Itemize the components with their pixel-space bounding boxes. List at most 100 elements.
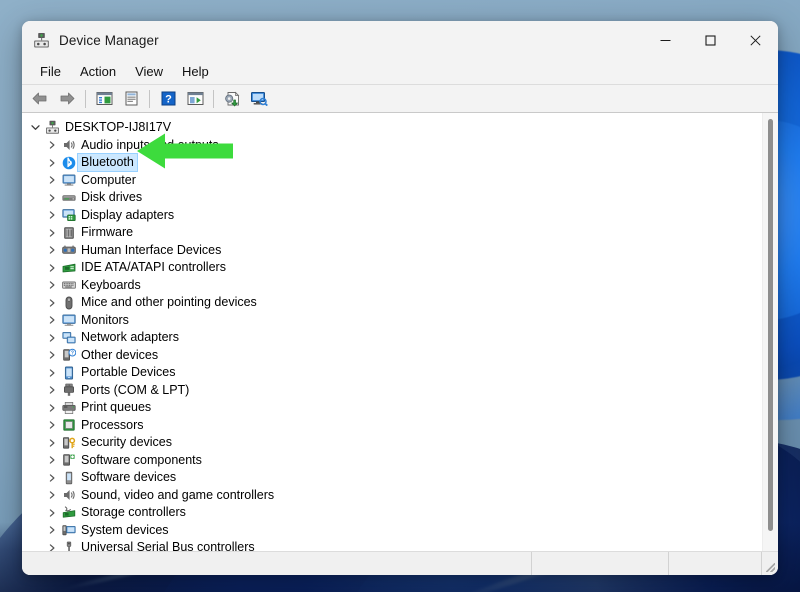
chevron-down-icon[interactable] (28, 123, 43, 132)
status-bar (22, 551, 778, 575)
chevron-right-icon[interactable] (44, 351, 59, 359)
update-driver-icon[interactable] (219, 87, 245, 110)
chevron-right-icon[interactable] (44, 491, 59, 499)
chevron-right-icon[interactable] (44, 334, 59, 342)
tree-item-bluetooth[interactable]: Bluetooth (22, 153, 762, 173)
speaker-icon (59, 488, 78, 502)
chevron-right-icon[interactable] (44, 509, 59, 517)
chevron-right-icon[interactable] (44, 159, 59, 167)
chevron-right-icon[interactable] (44, 456, 59, 464)
tree-item-storage-controllers[interactable]: Storage controllers (22, 504, 762, 522)
tree-item-software-components[interactable]: Software components (22, 452, 762, 470)
vertical-scrollbar[interactable] (762, 113, 778, 551)
toolbar-separator-3 (213, 89, 214, 108)
tree-item-computer[interactable]: Computer (22, 172, 762, 190)
other-device-icon: ? (59, 348, 78, 362)
tree-item-label: Other devices (81, 347, 159, 362)
chevron-right-icon[interactable] (44, 211, 59, 219)
mouse-icon (59, 296, 78, 310)
tree-item-label: Storage controllers (81, 505, 186, 520)
device-tree[interactable]: DESKTOP-IJ8I17V Audio inputs and outputs… (22, 113, 762, 551)
forward-icon[interactable] (54, 87, 80, 110)
port-icon (59, 383, 78, 397)
tree-item-firmware[interactable]: Firmware (22, 224, 762, 242)
chevron-right-icon[interactable] (44, 369, 59, 377)
status-panel-1 (22, 552, 532, 575)
chevron-right-icon[interactable] (44, 386, 59, 394)
tree-item-portable-devices[interactable]: Portable Devices (22, 364, 762, 382)
tree-item-label: Sound, video and game controllers (81, 487, 275, 502)
help-icon[interactable]: ? (155, 87, 181, 110)
menu-view[interactable]: View (126, 61, 172, 82)
tree-item-other-devices[interactable]: ? Other devices (22, 347, 762, 365)
tree-item-mice-and-other-pointing-devices[interactable]: Mice and other pointing devices (22, 294, 762, 312)
menu-help[interactable]: Help (173, 61, 218, 82)
chevron-right-icon[interactable] (44, 474, 59, 482)
tree-root-computer[interactable]: DESKTOP-IJ8I17V (22, 119, 762, 137)
tree-item-label: Security devices (81, 435, 173, 450)
tree-item-disk-drives[interactable]: Disk drives (22, 189, 762, 207)
scrollbar-thumb[interactable] (768, 119, 773, 531)
system-device-icon (59, 523, 78, 537)
chevron-right-icon[interactable] (44, 404, 59, 412)
tree-item-print-queues[interactable]: Print queues (22, 399, 762, 417)
show-hidden-devices-icon[interactable] (182, 87, 208, 110)
processor-icon (59, 418, 78, 432)
chevron-right-icon[interactable] (44, 544, 59, 551)
chevron-right-icon[interactable] (44, 439, 59, 447)
chevron-right-icon[interactable] (44, 299, 59, 307)
software-device-icon (59, 471, 78, 485)
device-manager-icon (34, 32, 49, 47)
chevron-right-icon[interactable] (44, 526, 59, 534)
title-bar[interactable]: Device Manager (22, 21, 778, 59)
chevron-right-icon[interactable] (44, 194, 59, 202)
menu-action[interactable]: Action (71, 61, 125, 82)
tree-item-software-devices[interactable]: Software devices (22, 469, 762, 487)
tree-item-label: Processors (81, 417, 144, 432)
chevron-right-icon[interactable] (44, 141, 59, 149)
tree-item-monitors[interactable]: Monitors (22, 312, 762, 330)
tree-item-audio-inputs-and-outputs[interactable]: Audio inputs and outputs (22, 137, 762, 155)
scan-hardware-changes-icon[interactable] (246, 87, 272, 110)
bluetooth-icon (59, 156, 78, 170)
tree-item-keyboards[interactable]: Keyboards (22, 277, 762, 295)
back-icon[interactable] (27, 87, 53, 110)
network-adapter-icon (59, 331, 78, 345)
properties-icon[interactable] (118, 87, 144, 110)
security-device-icon (59, 436, 78, 450)
tree-item-ide-ata-atapi-controllers[interactable]: IDE ATA/ATAPI controllers (22, 259, 762, 277)
maximize-button[interactable] (688, 21, 733, 59)
tree-item-label: Universal Serial Bus controllers (81, 540, 255, 551)
tree-item-label: Keyboards (81, 277, 141, 292)
chevron-right-icon[interactable] (44, 229, 59, 237)
hid-icon (59, 243, 78, 257)
tree-item-label: Mice and other pointing devices (81, 295, 257, 310)
monitor-icon (59, 173, 78, 187)
tree-item-processors[interactable]: Processors (22, 417, 762, 435)
tree-item-sound-video-and-game-controllers[interactable]: Sound, video and game controllers (22, 487, 762, 505)
tree-item-universal-serial-bus-controllers[interactable]: Universal Serial Bus controllers (22, 539, 762, 551)
chevron-right-icon[interactable] (44, 316, 59, 324)
tree-item-security-devices[interactable]: Security devices (22, 434, 762, 452)
minimize-button[interactable] (643, 21, 688, 59)
chevron-right-icon[interactable] (44, 421, 59, 429)
toolbar-separator-1 (85, 89, 86, 108)
tree-item-label: Firmware (81, 225, 134, 240)
chevron-right-icon[interactable] (44, 246, 59, 254)
chevron-right-icon[interactable] (44, 176, 59, 184)
tree-item-label: Software components (81, 452, 202, 467)
tree-item-ports-com-and-lpt[interactable]: Ports (COM & LPT) (22, 382, 762, 400)
close-button[interactable] (733, 21, 778, 59)
tree-item-label: Disk drives (81, 190, 143, 205)
show-hide-console-tree-icon[interactable] (91, 87, 117, 110)
chevron-right-icon[interactable] (44, 281, 59, 289)
monitor-icon (59, 313, 78, 327)
menu-file[interactable]: File (31, 61, 70, 82)
tree-item-system-devices[interactable]: System devices (22, 522, 762, 540)
resize-grip[interactable] (762, 552, 778, 575)
tree-item-human-interface-devices[interactable]: Human Interface Devices (22, 242, 762, 260)
tree-item-display-adapters[interactable]: Display adapters (22, 207, 762, 225)
svg-text:?: ? (70, 351, 73, 357)
tree-item-network-adapters[interactable]: Network adapters (22, 329, 762, 347)
chevron-right-icon[interactable] (44, 264, 59, 272)
